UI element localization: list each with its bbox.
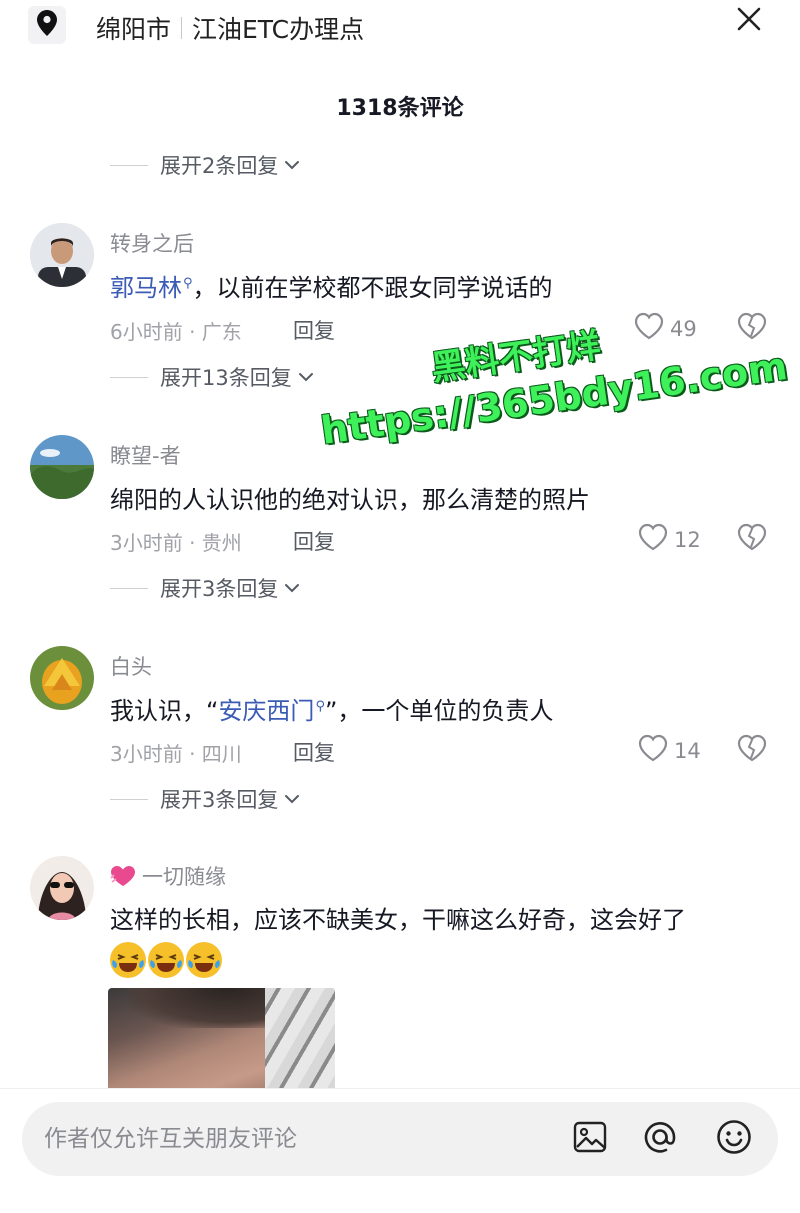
dislike-button[interactable]	[737, 734, 767, 766]
heart-icon	[634, 312, 670, 345]
username-text: 一切随缘	[142, 865, 226, 889]
comment-username[interactable]: 一切随缘	[110, 861, 226, 891]
close-button[interactable]	[732, 4, 766, 38]
location-button[interactable]	[28, 6, 66, 44]
comment-username[interactable]: 瞭望-者	[110, 440, 181, 470]
divider-dash	[110, 798, 148, 800]
comment-image[interactable]	[108, 988, 335, 1088]
chevron-down-icon	[284, 160, 300, 170]
comment-meta: 6小时前 · 广东	[110, 320, 242, 344]
expand-replies-label: 展开3条回复	[160, 788, 279, 812]
broken-heart-icon	[737, 523, 767, 555]
location-place: 江油ETC办理点	[192, 15, 365, 44]
emoji-picker-button[interactable]	[714, 1119, 754, 1159]
expand-replies-label: 展开3条回复	[160, 577, 279, 601]
mention-link[interactable]: 郭马林⚲	[110, 274, 193, 302]
divider-dash	[110, 164, 148, 166]
chevron-down-icon	[284, 794, 300, 804]
expand-replies-button[interactable]: 展开3条回复	[110, 784, 300, 814]
broken-heart-icon	[737, 312, 767, 344]
like-count: 14	[674, 738, 701, 763]
mention-text: 安庆西门	[218, 697, 315, 725]
search-icon: ⚲	[183, 276, 193, 291]
mention-link[interactable]: 安庆西门⚲	[218, 697, 325, 725]
laughing-crying-emoji-icon	[186, 942, 222, 978]
comment-text: 这样的长相，应该不缺美女，干嘛这么好奇，这会好了	[110, 906, 686, 934]
dislike-button[interactable]	[737, 312, 767, 344]
emoji-row	[110, 942, 222, 978]
location-title[interactable]: 绵阳市 江油ETC办理点	[96, 10, 364, 46]
smiley-icon	[716, 1119, 752, 1159]
watermark-line-2: https://365bdy16.com	[318, 343, 790, 453]
avatar[interactable]	[30, 223, 94, 287]
chevron-down-icon	[298, 372, 314, 382]
comment-text: 绵阳的人认识他的绝对认识，那么清楚的照片	[110, 486, 590, 514]
comment-username[interactable]: 白头	[110, 651, 152, 681]
expand-replies-label: 展开13条回复	[160, 366, 292, 390]
location-city: 绵阳市	[96, 15, 172, 44]
comment-meta: 3小时前 · 贵州	[110, 531, 242, 555]
laughing-crying-emoji-icon	[148, 942, 184, 978]
comment-text: 郭马林⚲，以前在学校都不跟女同学说话的	[110, 268, 553, 303]
dislike-button[interactable]	[737, 523, 767, 555]
image-picker-button[interactable]	[570, 1119, 610, 1159]
comment-text-rest: ，以前在学校都不跟女同学说话的	[192, 274, 553, 302]
chevron-down-icon	[284, 583, 300, 593]
close-icon	[737, 7, 761, 35]
expand-replies-button[interactable]: 展开3条回复	[110, 573, 300, 603]
comment-meta: 3小时前 · 四川	[110, 742, 242, 766]
reply-button[interactable]: 回复	[293, 737, 335, 767]
watermark-line-1: 黑料不打烊	[428, 325, 603, 389]
like-count: 49	[670, 316, 697, 341]
like-button[interactable]: 12	[638, 523, 701, 556]
reply-button[interactable]: 回复	[293, 315, 335, 345]
like-button[interactable]: 49	[634, 312, 697, 345]
avatar[interactable]	[30, 646, 94, 710]
avatar[interactable]	[30, 856, 94, 920]
expand-replies-label: 展开2条回复	[160, 154, 279, 178]
comment-text: 我认识，“安庆西门⚲”，一个单位的负责人	[110, 691, 553, 726]
pink-heart-badge-icon	[110, 865, 136, 887]
avatar[interactable]	[30, 435, 94, 499]
expand-replies-button[interactable]: 展开2条回复	[110, 150, 300, 180]
comment-text-rest: ”，一个单位的负责人	[324, 697, 554, 725]
expand-replies-button[interactable]: 展开13条回复	[110, 362, 314, 392]
reply-button[interactable]: 回复	[293, 526, 335, 556]
divider-dash	[110, 376, 148, 378]
mention-text: 郭马林	[110, 274, 182, 302]
like-count: 12	[674, 527, 701, 552]
comments-count-title: 1318条评论	[336, 96, 464, 121]
bottom-divider	[0, 1088, 800, 1089]
heart-icon	[638, 734, 674, 767]
location-pin-icon	[37, 10, 57, 40]
broken-heart-icon	[737, 734, 767, 766]
at-sign-icon	[642, 1119, 678, 1159]
comment-input-bar	[22, 1102, 778, 1176]
divider-dash	[110, 587, 148, 589]
comment-text-start: 我认识，“	[110, 697, 219, 725]
search-icon: ⚲	[315, 699, 325, 714]
image-background-pattern	[265, 988, 335, 1088]
mention-button[interactable]	[640, 1119, 680, 1159]
laughing-crying-emoji-icon	[110, 942, 146, 978]
like-button[interactable]: 14	[638, 734, 701, 767]
image-icon	[573, 1121, 607, 1157]
top-bar: 绵阳市 江油ETC办理点	[0, 0, 800, 50]
location-separator	[181, 17, 183, 39]
heart-icon	[638, 523, 674, 556]
comment-input[interactable]	[44, 1118, 544, 1160]
comment-username[interactable]: 转身之后	[110, 228, 194, 258]
